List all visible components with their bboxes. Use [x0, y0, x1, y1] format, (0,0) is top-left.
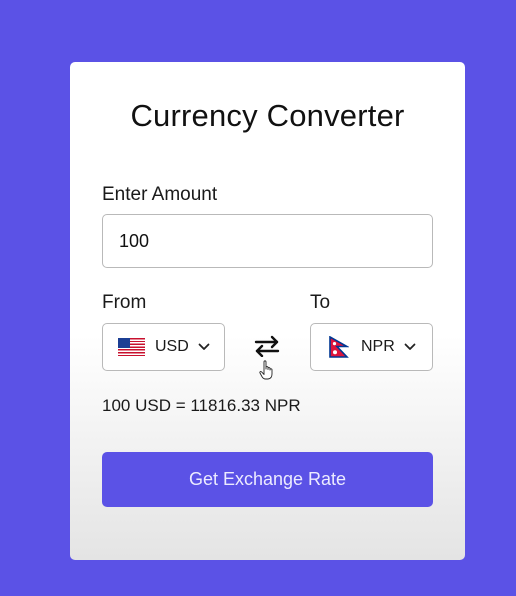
- from-label: From: [102, 292, 147, 313]
- nepal-flag-icon: [329, 336, 349, 358]
- chevron-down-icon: [198, 343, 210, 350]
- swap-arrows-icon[interactable]: [253, 335, 281, 357]
- amount-label: Enter Amount: [102, 184, 218, 205]
- to-currency-code: NPR: [361, 338, 395, 355]
- page-title: Currency Converter: [130, 98, 405, 133]
- chevron-down-icon: [404, 343, 416, 350]
- get-exchange-rate-button[interactable]: Get Exchange Rate: [102, 452, 433, 507]
- hand-cursor-icon: [259, 360, 273, 380]
- exchange-result: 100 USD = 11816.33 NPR: [102, 396, 301, 415]
- converter-card: Currency Converter Enter Amount From To …: [70, 62, 465, 560]
- us-flag-icon: [118, 338, 145, 356]
- from-currency-code: USD: [155, 338, 189, 355]
- to-label: To: [310, 292, 331, 313]
- amount-input[interactable]: [102, 214, 433, 268]
- to-currency-select[interactable]: NPR: [310, 323, 433, 371]
- from-currency-select[interactable]: USD: [102, 323, 225, 371]
